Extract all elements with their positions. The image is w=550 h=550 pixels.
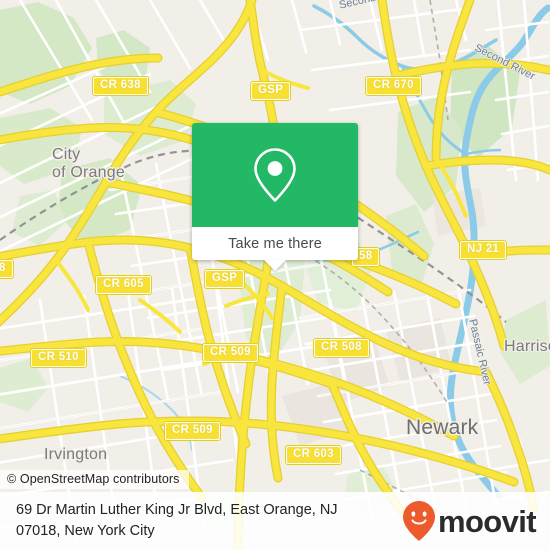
road-shield-cr-638[interactable]: CR 638 [92,76,149,96]
road-shield-gsp-north[interactable]: GSP [249,81,292,101]
take-me-there-label: Take me there [228,235,322,252]
map-canvas[interactable]: City of Orange Newark Harrison Irvington… [0,0,550,550]
road-shield-cr-603[interactable]: CR 603 [285,445,342,465]
poi-card-pointer [264,260,286,271]
road-shield-left-edge[interactable]: 8 [0,259,14,279]
road-shield-cr-670[interactable]: CR 670 [365,76,422,96]
poi-card-action[interactable]: Take me there [192,227,358,260]
moovit-pin-smiley-icon [402,501,435,541]
road-shield-cr-509-upper[interactable]: CR 509 [202,343,259,363]
map-pin-icon [254,148,296,202]
road-shield-gsp-south[interactable]: GSP [203,269,246,289]
poi-card-icon-area [192,123,358,227]
road-shield-cr-510[interactable]: CR 510 [30,348,87,368]
poi-callout-card[interactable]: Take me there [192,123,358,271]
address-block: 69 Dr Martin Luther King Jr Blvd, East O… [16,500,338,541]
road-shield-cr-605[interactable]: CR 605 [95,275,152,295]
road-shield-cr-508[interactable]: CR 508 [313,338,370,358]
footer-bar: 69 Dr Martin Luther King Jr Blvd, East O… [0,492,550,550]
address-line-1: 69 Dr Martin Luther King Jr Blvd, East O… [16,502,338,519]
osm-attribution[interactable]: © OpenStreetMap contributors [0,470,189,489]
road-shield-cr-509-lower[interactable]: CR 509 [164,421,221,441]
moovit-wordmark: moovit [437,503,537,539]
address-line-2: 07018, New York City [16,523,155,539]
map-screen: City of Orange Newark Harrison Irvington… [0,0,550,550]
road-shield-nj-21[interactable]: NJ 21 [458,240,508,260]
moovit-logo[interactable]: moovit [402,500,537,542]
